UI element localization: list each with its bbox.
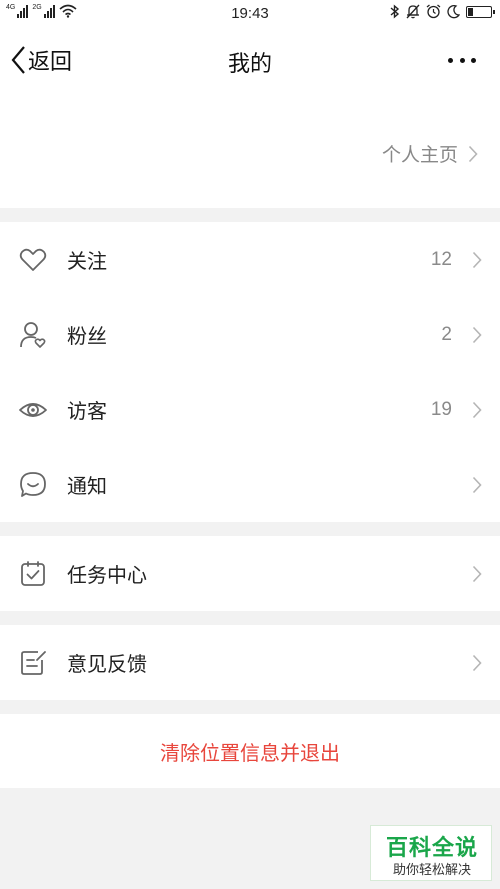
fans-count: 2 (441, 323, 452, 345)
chevron-right-icon (472, 401, 482, 418)
menu-item-follow[interactable]: 关注 12 (0, 222, 500, 297)
visitors-label: 访客 (67, 401, 107, 423)
chevron-right-icon (472, 326, 482, 343)
status-right (390, 4, 495, 19)
alarm-icon (426, 4, 441, 19)
chat-bubble-icon (20, 471, 46, 497)
chevron-right-icon (472, 654, 482, 671)
feedback-menu-group: 意见反馈 (0, 625, 500, 700)
logout-label: 清除位置信息并退出 (160, 742, 340, 765)
homepage-label: 个人主页 (381, 145, 458, 166)
task-center-label: 任务中心 (67, 565, 147, 587)
user-heart-icon (20, 321, 46, 348)
chevron-right-icon (472, 476, 482, 493)
chevron-right-icon (468, 145, 478, 162)
follow-label: 关注 (67, 251, 107, 273)
page-title: 我的 (227, 51, 272, 76)
more-button[interactable] (448, 48, 476, 72)
watermark-logo: 百科全说 助你轻松解决 (370, 825, 492, 881)
mute-bell-icon (406, 4, 420, 19)
profile-section: 个人主页 (0, 92, 500, 208)
fans-label: 粉丝 (67, 326, 107, 348)
moon-icon (447, 4, 460, 18)
menu-item-notifications[interactable]: 通知 (0, 447, 500, 522)
feedback-label: 意见反馈 (67, 654, 147, 676)
follow-count: 12 (430, 248, 452, 270)
menu-item-visitors[interactable]: 访客 19 (0, 372, 500, 447)
task-menu-group: 任务中心 (0, 536, 500, 611)
menu-item-feedback[interactable]: 意见反馈 (0, 625, 500, 700)
bluetooth-icon (390, 4, 400, 19)
battery-level (468, 7, 473, 16)
edit-note-icon (21, 650, 46, 675)
nav-bar: 返回 我的 (0, 28, 500, 92)
social-menu-group: 关注 12 粉丝 2 访客 19 通知 (0, 222, 500, 522)
watermark-subtitle: 助你轻松解决 (392, 862, 471, 877)
notifications-label: 通知 (67, 476, 107, 498)
task-check-icon (21, 560, 45, 586)
visitors-count: 19 (430, 398, 452, 420)
status-bar: 4G 2G 19:43 (0, 0, 500, 28)
more-dots-icon (448, 57, 453, 63)
battery-icon (466, 5, 495, 18)
watermark-title: 百科全说 (385, 835, 478, 860)
eye-icon (19, 402, 47, 417)
chevron-right-icon (472, 251, 482, 268)
chevron-right-icon (472, 565, 482, 582)
menu-item-task-center[interactable]: 任务中心 (0, 536, 500, 611)
homepage-link[interactable]: 个人主页 (382, 140, 478, 167)
heart-icon (19, 248, 47, 271)
menu-item-fans[interactable]: 粉丝 2 (0, 297, 500, 372)
clear-location-logout-button[interactable]: 清除位置信息并退出 (0, 714, 500, 788)
